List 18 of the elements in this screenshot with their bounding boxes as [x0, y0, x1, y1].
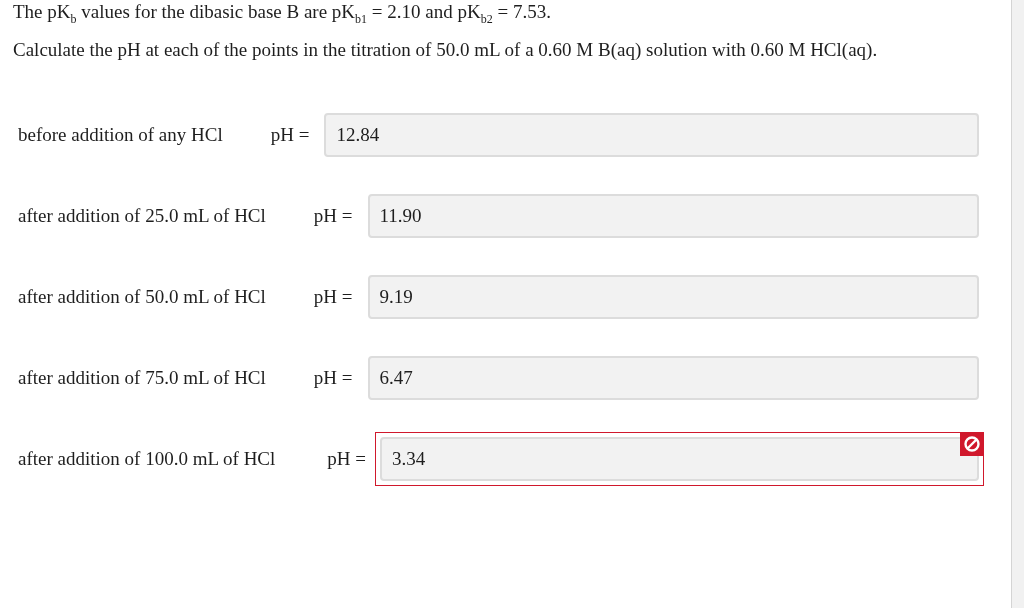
answer-field[interactable]: 9.19 — [367, 275, 979, 319]
answer-label: after addition of 100.0 mL of HCl — [18, 448, 276, 470]
answer-label: after addition of 75.0 mL of HCl — [18, 367, 266, 389]
ph-label: pH = — [313, 286, 353, 308]
question-instruction: Calculate the pH at each of the points in the titration of 50.0 mL of a 0.60 M B(aq) solution with 0.60 M HCl(aq). — [13, 40, 879, 60]
answer-field[interactable]: 3.34 — [380, 437, 979, 481]
scrollbar[interactable] — [1011, 0, 1024, 608]
answer-field[interactable]: 11.90 — [367, 194, 979, 238]
answer-label: after addition of 50.0 mL of HCl — [18, 286, 266, 308]
answer-field[interactable]: 12.84 — [324, 113, 979, 157]
answer-label: before addition of any HCl — [18, 124, 223, 146]
ph-label: pH = — [313, 205, 353, 227]
ph-label: pH = — [270, 124, 310, 146]
answer-label: after addition of 25.0 mL of HCl — [18, 205, 266, 227]
question-intro: The pK$_{b}$ values for the dibasic base B are pK$_{b1}$ = 2.10 and pK$_{b2}$ = 7.53. — [13, 2, 552, 22]
answer-field[interactable]: 6.47 — [367, 356, 979, 400]
ph-label: pH = — [327, 448, 366, 470]
ph-label: pH = — [313, 367, 353, 389]
